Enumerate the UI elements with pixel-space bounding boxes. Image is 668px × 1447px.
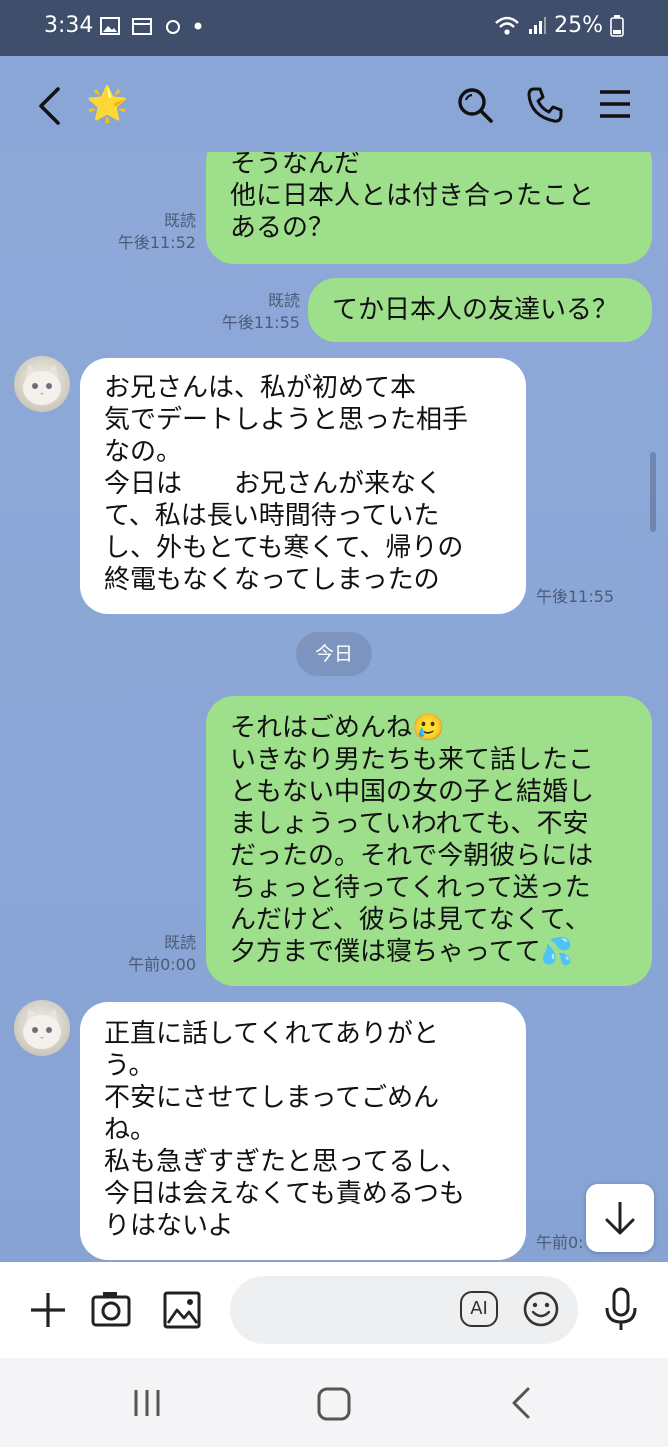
status-right: 25% [494, 13, 624, 38]
gallery-notification-icon [100, 16, 120, 35]
message-bubble-incoming[interactable]: お兄さんは、私が初めて本 気でデートしようと思った相手 なの。 今日は お兄さん… [80, 358, 526, 614]
contact-avatar[interactable] [14, 356, 70, 412]
scroll-down-icon [605, 1202, 635, 1235]
message-input-bar: AI [0, 1262, 668, 1358]
system-nav-bar [0, 1358, 668, 1447]
home-icon[interactable] [316, 1386, 352, 1422]
back-icon[interactable] [36, 86, 62, 126]
search-icon[interactable] [456, 86, 494, 124]
calendar-notification-icon [132, 17, 153, 35]
cat-avatar-icon [23, 364, 61, 405]
date-divider: 今日 [296, 632, 372, 676]
recents-icon[interactable] [130, 1386, 164, 1420]
message-time: 午後11:55 [221, 313, 300, 332]
read-receipt: 既読 午後11:55 [200, 290, 300, 334]
scrollbar-thumb[interactable] [650, 452, 656, 532]
chat-header: 🌟 [0, 56, 668, 152]
battery-percent: 25% [554, 13, 603, 38]
message-bubble-outgoing[interactable]: それはごめんね🥲 いきなり男たちも来て話したこ ともない中国の女の子と結婚し ま… [206, 696, 652, 986]
message-bubble-incoming[interactable]: 正直に話してくれてありがと う。 不安にさせてしまってごめん ね。 私も急ぎすぎ… [80, 1002, 526, 1260]
contact-avatar[interactable] [14, 1000, 70, 1056]
phone-icon[interactable] [526, 86, 564, 124]
read-receipt: 既読 午前0:00 [100, 932, 196, 976]
menu-icon[interactable] [598, 88, 632, 120]
message-bubble-outgoing[interactable]: そうなんだ 他に日本人とは付き合ったこと あるの？ [206, 152, 652, 264]
message-time: 午後11:52 [117, 233, 196, 252]
chat-area[interactable]: 既読 午後11:52 そうなんだ 他に日本人とは付き合ったこと あるの？ 既読 … [0, 152, 668, 1262]
mic-icon[interactable] [602, 1286, 640, 1332]
battery-icon [610, 15, 624, 37]
cat-avatar-icon [23, 1008, 61, 1049]
message-bubble-outgoing[interactable]: てか日本人の友達いる？ [308, 278, 652, 342]
emoji-icon[interactable] [522, 1290, 560, 1328]
ai-button[interactable]: AI [460, 1291, 498, 1327]
plus-icon[interactable] [28, 1290, 68, 1330]
signal-icon [529, 17, 547, 34]
status-bar: 3:34 25% [0, 0, 668, 56]
camera-icon[interactable] [90, 1288, 132, 1330]
message-input-field[interactable]: AI [230, 1276, 578, 1344]
wifi-icon [495, 16, 519, 35]
message-time: 午後11:55 [536, 587, 615, 606]
more-notifications-dot-icon [194, 22, 202, 29]
app-notification-icon [166, 19, 181, 34]
scroll-to-bottom-button[interactable] [586, 1184, 654, 1252]
message-time: 午前0:00 [128, 955, 196, 974]
status-time: 3:34 [44, 13, 94, 38]
ai-icon-label: AI [470, 1298, 488, 1319]
read-receipt: 既読 午後11:52 [100, 210, 196, 254]
notification-icons [100, 14, 202, 36]
nav-back-icon[interactable] [508, 1386, 534, 1420]
contact-name-emoji[interactable]: 🌟 [86, 84, 128, 124]
image-icon[interactable] [162, 1290, 202, 1330]
